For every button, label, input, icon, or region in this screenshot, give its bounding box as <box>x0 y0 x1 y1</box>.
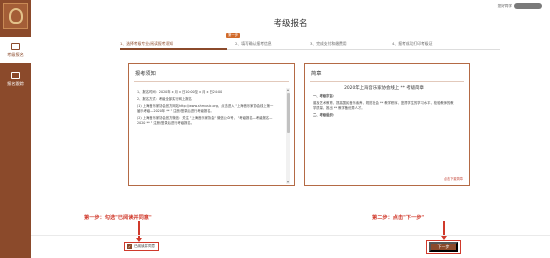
sidebar-item-label: 考级报名 <box>7 52 24 57</box>
notice-title: 报考须知 <box>135 71 156 77</box>
calendar-icon <box>11 72 20 79</box>
welcome-text: 您好同学 <box>497 4 512 8</box>
scrollbar-thumb[interactable] <box>286 93 290 133</box>
charter-section: 普及艺术教育，提高国民音乐素养，规范社会 ** 教学秩序，鉴督学生的学习水平，检… <box>313 101 454 110</box>
logo <box>3 3 28 29</box>
agree-label: 已阅读并同意 <box>134 244 155 248</box>
charter-doc-title: 2020年上海音乐家协会线上 ** 考级简章 <box>344 86 424 91</box>
charter-content: 2020年上海音乐家协会线上 ** 考级简章 一、考级宗旨： 普及艺术教育，提高… <box>313 86 455 120</box>
sidebar-item-registration-tracking[interactable]: 报名跟踪 <box>0 66 31 92</box>
current-step-badge: 第一步 <box>226 33 241 38</box>
notice-line: (1) 上海音乐家协会官方网站http://www.shmusic.org，点击… <box>137 104 274 113</box>
charter-section: 一、考级宗旨： <box>313 94 337 98</box>
divider <box>310 81 464 82</box>
scroll-down-icon[interactable] <box>286 180 290 184</box>
user-menu[interactable] <box>514 3 542 9</box>
step-1: 1、选择考级专业/阅读报考须知 <box>120 41 174 46</box>
step-4: 4、报考成功打印考级证 <box>392 41 433 46</box>
notice-line: (2) 上海音乐家协会官方微信：关注 "上海音乐家协会" 微信公众号， "考级报… <box>137 116 273 125</box>
document-icon <box>11 43 20 50</box>
next-button[interactable]: 下一步 <box>429 242 458 252</box>
charter-panel: 简章 2020年上海音乐家协会线上 ** 考级简章 一、考级宗旨： 普及艺术教育… <box>304 63 470 186</box>
footer-divider <box>31 235 550 236</box>
notice-panel: 报考须知 1、报名时间：2020年 x 月 x 日10:00至 x 月 x 日2… <box>128 63 295 186</box>
step2-annotation: 第二步：点击"下一步" <box>372 215 425 221</box>
sidebar-item-exam-registration[interactable]: 考级报名 <box>0 37 31 63</box>
charter-section: 二、考级组织： <box>313 113 337 117</box>
sidebar-item-label: 报名跟踪 <box>7 81 24 86</box>
notice-content: 1、报名时间：2020年 x 月 x 日10:00至 x 月 x 日24:00 … <box>137 90 275 128</box>
arrow-line <box>138 221 140 239</box>
step-progress: 第一步 1、选择考级专业/阅读报考须知 2、填写确认报考信息 3、完成支付和缴费… <box>120 33 500 50</box>
scroll-up-icon[interactable] <box>286 88 290 92</box>
agree-checkbox[interactable]: ✓ 已阅读并同意 <box>124 242 159 251</box>
step-track-active <box>120 48 227 50</box>
step-2: 2、填写确认报考信息 <box>235 41 272 46</box>
page-title: 考级报名 <box>273 19 308 29</box>
notice-line: 1、报名时间：2020年 x 月 x 日10:00至 x 月 x 日24:00 <box>137 90 223 94</box>
checkmark-icon: ✓ <box>127 244 132 249</box>
download-charter-link[interactable]: 点击下载简章 <box>444 176 463 181</box>
step-3: 3、完成支付和缴费用 <box>310 41 347 46</box>
charter-title: 简章 <box>311 71 322 77</box>
sidebar: 考级报名 报名跟踪 <box>0 0 31 258</box>
step1-annotation: 第一步：勾选"已阅读并同意" <box>84 215 152 221</box>
notice-scrollbar[interactable] <box>286 88 290 184</box>
notice-line: 2、报名方式：考级全部实行网上报名 <box>137 97 192 101</box>
divider <box>134 81 289 82</box>
top-bar: 您好同学 <box>31 0 550 13</box>
